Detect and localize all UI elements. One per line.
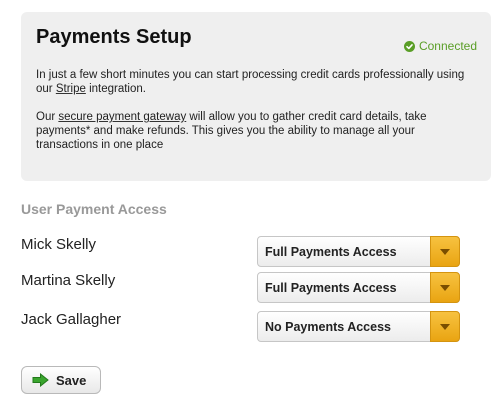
payment-access-select[interactable]: No Payments Access: [257, 311, 460, 342]
select-value: No Payments Access: [265, 320, 391, 334]
user-row-jack-gallagher: Jack Gallagher No Payments Access: [21, 311, 461, 343]
gateway-text-start: Our: [36, 111, 59, 123]
user-name: Martina Skelly: [21, 272, 116, 289]
select-value: Full Payments Access: [265, 245, 397, 259]
section-heading: User Payment Access: [21, 201, 167, 217]
user-row-mick-skelly: Mick Skelly Full Payments Access: [21, 236, 461, 268]
user-row-martina-skelly: Martina Skelly Full Payments Access: [21, 272, 461, 304]
payment-access-select[interactable]: Full Payments Access: [257, 272, 460, 303]
gateway-paragraph: Our secure payment gateway will allow yo…: [36, 110, 476, 153]
chevron-down-icon[interactable]: [430, 272, 460, 303]
user-name: Jack Gallagher: [21, 311, 122, 328]
payment-access-select[interactable]: Full Payments Access: [257, 236, 460, 267]
save-label: Save: [56, 372, 87, 388]
select-value: Full Payments Access: [265, 281, 397, 295]
check-circle-icon: [403, 40, 415, 52]
page-title: Payments Setup: [36, 26, 192, 48]
connection-status-label: Connected: [418, 39, 477, 53]
chevron-down-icon[interactable]: [430, 311, 460, 342]
stripe-link[interactable]: Stripe: [56, 83, 86, 95]
arrow-right-icon: [32, 373, 49, 387]
payments-setup-panel: Payments Setup Connected In just a few s…: [21, 12, 491, 181]
intro-paragraph: In just a few short minutes you can star…: [36, 68, 476, 96]
connection-status: Connected: [403, 39, 477, 53]
secure-payment-gateway-link[interactable]: secure payment gateway: [58, 111, 186, 123]
chevron-down-icon[interactable]: [430, 236, 460, 267]
user-name: Mick Skelly: [21, 236, 97, 253]
intro-text-end: integration.: [85, 83, 146, 96]
save-button[interactable]: Save: [21, 366, 101, 394]
